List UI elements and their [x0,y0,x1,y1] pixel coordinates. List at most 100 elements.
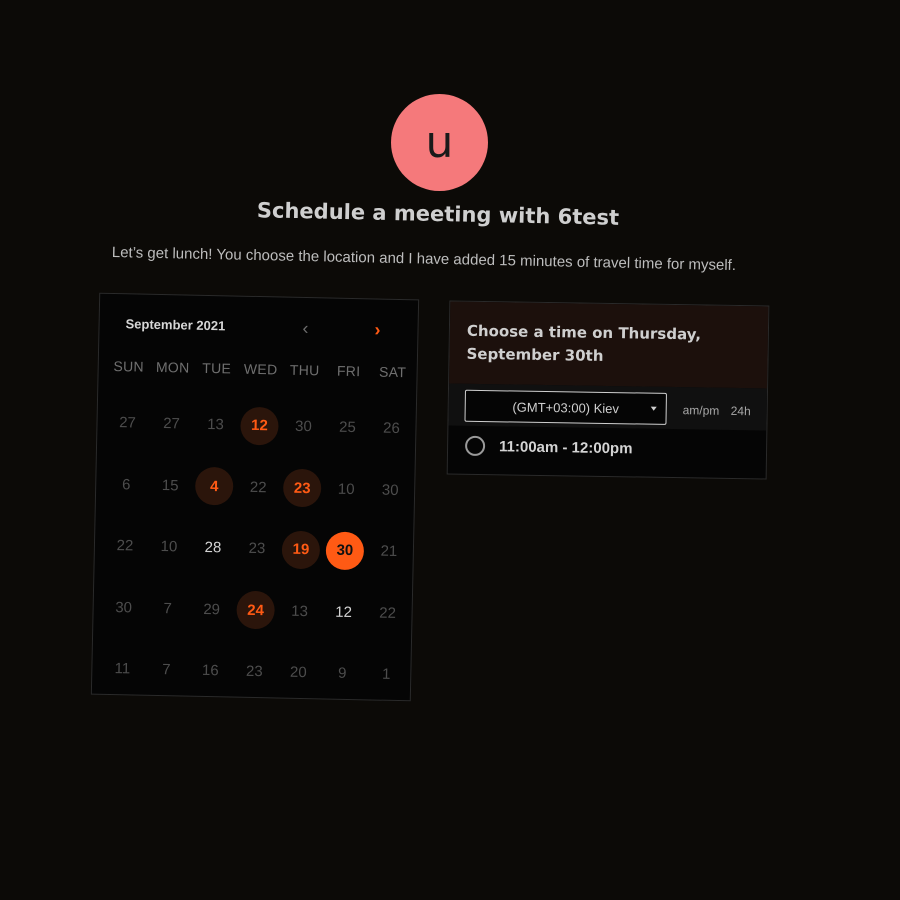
calendar-week-row: 30 7 29 24 13 12 22 [101,576,410,644]
avatar: u [391,94,488,191]
calendar-day-number: 23 [248,540,266,558]
calendar-day: 22 [236,468,281,507]
calendar-day: 13 [193,405,238,444]
calendar-day: 11 [100,650,145,689]
calendar-day: 10 [147,528,192,567]
calendar-month-label: September 2021 [125,316,226,334]
calendar-day: 23 [232,652,277,691]
calendar-day-number: 30 [381,481,399,499]
calendar-day: 28 [191,528,236,567]
calendar-grid: 27 27 13 12 30 25 26 6 15 4 22 23 10 30 22 10 28 23 19 30 21… [100,392,414,706]
calendar-day-number: 13 [291,602,309,620]
calendar-day: 23 [235,529,280,568]
calendar-day-number: 23 [282,468,322,508]
calendar-day: 12 [321,593,366,632]
caret-down-icon [650,406,657,411]
calendar-day: 25 [325,408,370,447]
time-slot-label: 11:00am - 12:00pm [498,437,633,457]
calendar-day-number: 27 [162,415,181,433]
weekday-label: SUN [113,358,145,375]
calendar-day-number: 22 [379,604,397,622]
time-picker-panel: Choose a time on Thursday, September 30t… [446,300,770,480]
calendar-day: 30 [368,471,413,510]
previous-month-icon[interactable]: ‹ [295,318,315,338]
calendar-day-number: 20 [289,664,307,682]
calendar-day: 30 [101,588,146,627]
calendar-day-number: 11 [114,660,131,678]
weekday-label: THU [289,361,320,379]
calendar-day-available[interactable]: 19 [279,530,324,570]
calendar-day: 15 [148,466,193,505]
calendar-day-number: 9 [337,665,347,683]
time-slot-option[interactable]: 11:00am - 12:00pm [464,435,633,459]
calendar-day-number: 23 [245,663,263,681]
calendar-day-number: 30 [294,418,313,436]
calendar-day: 29 [189,590,234,629]
calendar-day-available[interactable]: 4 [192,466,237,506]
calendar-day-number: 22 [249,478,267,496]
calendar-day-number: 10 [337,480,355,498]
calendar-day-number: 15 [161,476,179,495]
calendar-day-number: 21 [380,542,398,561]
calendar-day: 13 [277,592,322,631]
calendar-day-available[interactable]: 12 [237,406,282,446]
calendar-day-number: 27 [119,414,137,432]
calendar: September 2021 ‹ › SUN MON TUE WED THU F… [90,292,420,702]
calendar-day-number: 25 [338,418,356,437]
calendar-day: 7 [144,650,189,689]
calendar-day-number: 7 [163,599,172,618]
ampm-format-toggle[interactable]: am/pm [683,403,720,418]
24h-format-toggle[interactable]: 24h [731,404,751,418]
weekday-label: TUE [202,359,232,377]
calendar-day: 30 [281,407,326,446]
calendar-day: 7 [145,589,190,628]
calendar-day: 16 [188,651,233,690]
calendar-day-number: 4 [194,466,234,506]
radio-button[interactable] [464,435,486,457]
next-month-icon[interactable]: › [367,319,387,339]
timezone-value: (GMT+03:00) Kiev [512,399,620,416]
calendar-day: 10 [324,470,369,509]
calendar-week-row: 27 27 13 12 30 25 26 [105,392,414,460]
calendar-day: 27 [149,405,194,444]
timezone-row: (GMT+03:00) Kiev am/pm 24h [448,383,768,431]
time-panel-title: Choose a time on Thursday, September 30t… [466,321,702,365]
calendar-day: 9 [320,654,365,693]
calendar-day-number: 22 [116,537,134,555]
calendar-day: 22 [103,527,148,566]
calendar-day-number: 29 [203,600,221,619]
weekday-label: WED [243,360,278,378]
calendar-day-number: 30 [325,531,365,571]
page-title: Schedule a meeting with 6test [256,198,620,230]
calendar-day: 20 [276,653,321,692]
calendar-day-number: 24 [236,590,276,630]
calendar-day-number: 1 [381,665,391,684]
calendar-day-number: 19 [281,530,321,570]
calendar-day: 6 [104,465,149,504]
calendar-day: 26 [369,409,414,448]
timezone-select[interactable]: (GMT+03:00) Kiev [464,389,667,425]
calendar-day-available[interactable]: 24 [233,590,278,630]
calendar-day-number: 7 [162,661,171,679]
calendar-week-row: 6 15 4 22 23 10 30 [104,453,413,521]
weekday-label: MON [155,358,190,376]
calendar-day: 27 [105,404,150,443]
meeting-description: Let’s get lunch! You choose the location… [111,244,737,275]
calendar-day-number: 13 [206,416,225,434]
calendar-week-row: 11 7 16 23 20 9 1 [100,638,409,706]
calendar-day: 1 [364,655,409,694]
weekday-label: SAT [378,363,407,381]
calendar-day-number: 26 [382,419,400,438]
calendar-day: 21 [366,532,411,571]
calendar-day-number: 16 [201,662,219,680]
calendar-day-number: 30 [115,598,133,617]
calendar-week-row: 22 10 28 23 19 30 21 [102,515,411,583]
calendar-day-number: 12 [335,603,353,621]
calendar-day-number: 6 [121,475,131,494]
calendar-day-selected[interactable]: 30 [323,531,368,571]
time-panel-header: Choose a time on Thursday, September 30t… [449,301,769,389]
calendar-day: 22 [365,594,410,633]
calendar-day-number: 10 [160,538,178,556]
calendar-day-available[interactable]: 23 [280,468,325,508]
weekday-label: FRI [336,362,361,380]
